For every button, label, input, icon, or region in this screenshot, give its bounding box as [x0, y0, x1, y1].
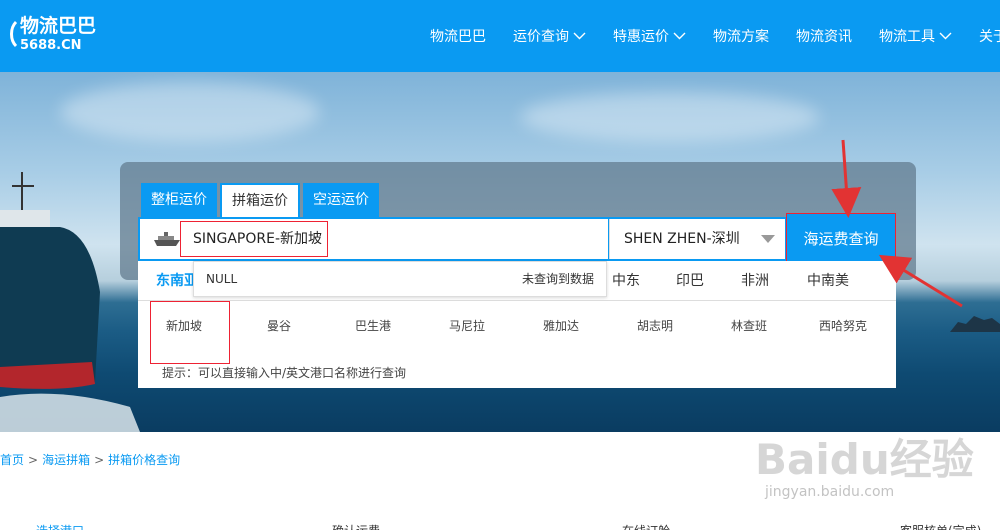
caret-down-icon	[761, 235, 775, 243]
port-link[interactable]: 胡志明	[637, 317, 673, 334]
search-hint: 提示：可以直接输入中/英文港口名称进行查询	[162, 366, 407, 380]
region-tab-india-pakistan[interactable]: 印巴	[676, 261, 704, 301]
tab-air-rates[interactable]: 空运运价	[303, 183, 379, 217]
step-service-check: 客服核单(完成)	[900, 522, 981, 530]
step-select-port: 选择港口	[36, 522, 84, 530]
search-bar: SINGAPORE-新加坡 SHEN ZHEN-深圳 海运费查询	[138, 213, 896, 265]
logo-swoosh-icon	[10, 20, 18, 48]
port-link[interactable]: 马尼拉	[449, 317, 485, 334]
site-logo[interactable]: 物流巴巴 5688.CN	[8, 14, 98, 58]
breadcrumb-home[interactable]: 首页	[0, 453, 24, 467]
search-tabs: 整柜运价 拼箱运价 空运运价	[141, 183, 382, 219]
logo-text: 物流巴巴	[20, 15, 97, 37]
port-link[interactable]: 雅加达	[543, 317, 579, 334]
region-tab-africa[interactable]: 非洲	[741, 261, 769, 301]
port-link[interactable]: 西哈努克	[819, 317, 867, 334]
port-link[interactable]: 新加坡	[166, 317, 202, 334]
tab-fcl-rates[interactable]: 整柜运价	[141, 183, 217, 217]
origin-port-input[interactable]: SINGAPORE-新加坡	[180, 221, 328, 257]
step-confirm-freight: 确认运费	[332, 522, 380, 530]
origin-field[interactable]: SINGAPORE-新加坡	[140, 219, 608, 259]
port-link[interactable]: 曼谷	[267, 317, 291, 334]
baidu-watermark: Baidu经验 jingyan.baidu.com	[755, 420, 1000, 515]
sea-freight-search-button[interactable]: 海运费查询	[786, 213, 896, 265]
cloud	[60, 82, 320, 142]
top-navbar: 物流巴巴 5688.CN 物流巴巴 运价查询 特惠运价 物流方案 物流资讯 物流…	[0, 0, 1000, 72]
autocomplete-dropdown: NULL 未查询到数据	[193, 261, 607, 297]
breadcrumb: 首页 > 海运拼箱 > 拼箱价格查询	[0, 453, 181, 467]
destination-value: SHEN ZHEN-深圳	[624, 231, 740, 247]
cloud	[520, 92, 820, 142]
nav-item-tools[interactable]: 物流工具	[879, 26, 952, 46]
logo-domain: 5688.CN	[20, 38, 82, 53]
port-link[interactable]: 林查班	[731, 317, 767, 334]
region-tab-latin-america[interactable]: 中南美	[807, 261, 849, 301]
nav-item-special-rates[interactable]: 特惠运价	[613, 26, 686, 46]
breadcrumb-lcl[interactable]: 海运拼箱	[42, 453, 90, 467]
watermark-logo: Baidu经验	[755, 435, 974, 484]
nav-item-home[interactable]: 物流巴巴	[430, 26, 486, 46]
nav-item-rate-query[interactable]: 运价查询	[513, 26, 586, 46]
main-nav: 物流巴巴 运价查询 特惠运价 物流方案 物流资讯 物流工具 关于	[430, 0, 1000, 72]
tab-lcl-rates[interactable]: 拼箱运价	[220, 183, 300, 219]
nav-item-about[interactable]: 关于	[979, 26, 1000, 46]
watermark-url: jingyan.baidu.com	[765, 484, 895, 500]
nav-item-solutions[interactable]: 物流方案	[713, 26, 769, 46]
chevron-down-icon	[673, 32, 686, 40]
chevron-down-icon	[939, 32, 952, 40]
region-tab-southeast-asia[interactable]: 东南亚	[156, 261, 198, 301]
process-steps: 选择港口 确认运费 在线订舱 客服核单(完成)	[0, 518, 1000, 530]
region-tab-middle-east[interactable]: 中东	[612, 261, 640, 301]
nav-item-news[interactable]: 物流资讯	[796, 26, 852, 46]
no-results-text: 未查询到数据	[521, 272, 594, 286]
cargo-ship-image	[0, 172, 140, 432]
destination-select[interactable]: SHEN ZHEN-深圳	[609, 219, 785, 259]
breadcrumb-current[interactable]: 拼箱价格查询	[108, 453, 180, 467]
ship-icon	[154, 232, 180, 246]
chevron-down-icon	[573, 32, 586, 40]
island-image	[950, 316, 1000, 332]
step-online-booking: 在线订舱	[622, 522, 670, 530]
port-link[interactable]: 巴生港	[355, 317, 391, 334]
autocomplete-item[interactable]: NULL	[206, 262, 237, 296]
